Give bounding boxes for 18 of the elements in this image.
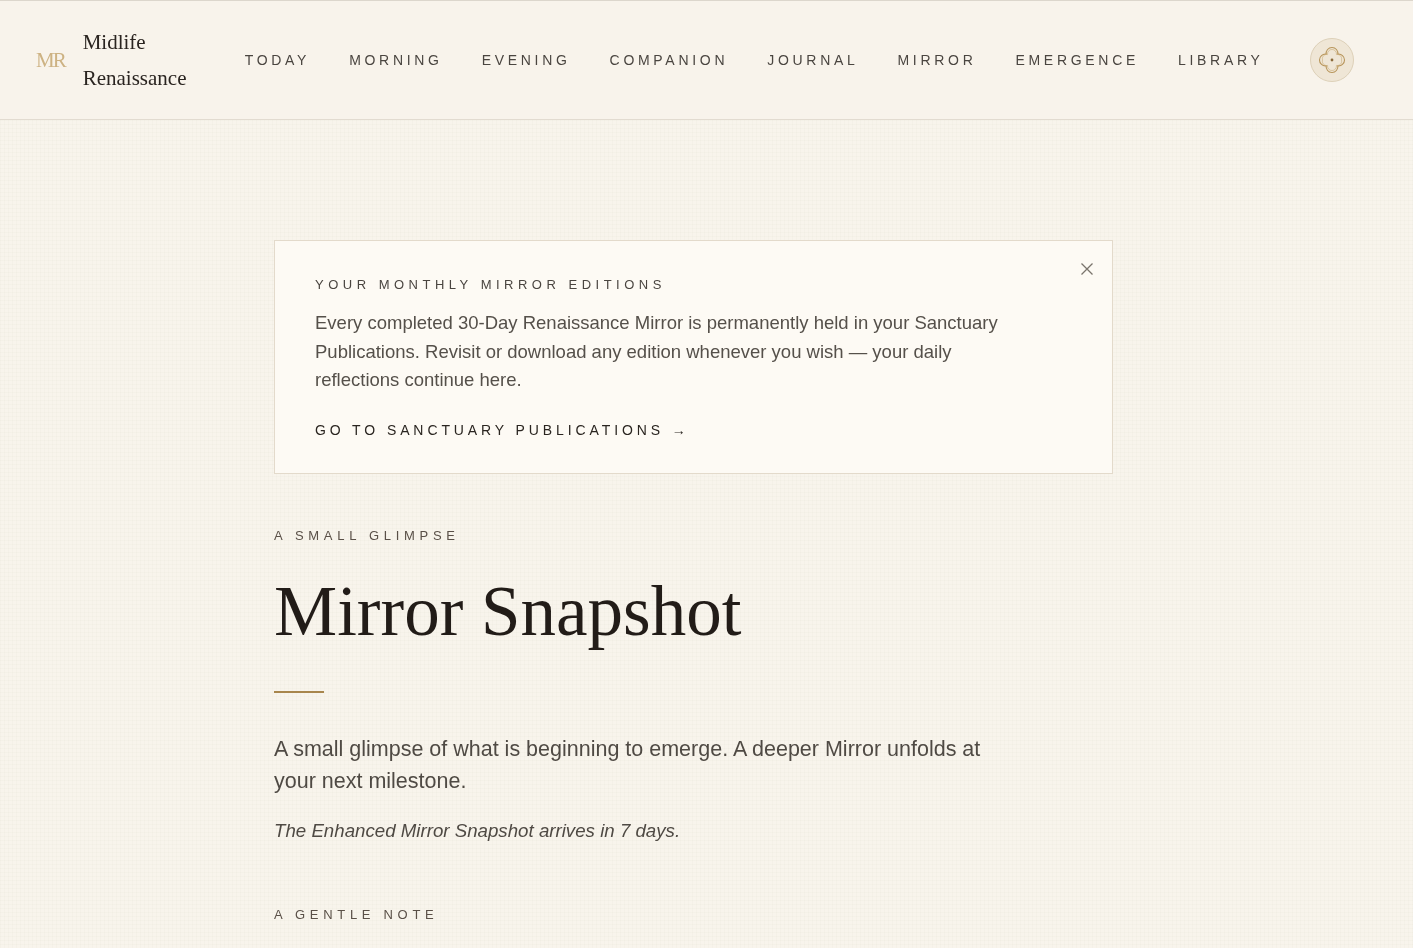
arrival-note: The Enhanced Mirror Snapshot arrives in 7 days.	[274, 818, 681, 843]
nav-link[interactable]: MORNING	[349, 52, 443, 68]
brand-name[interactable]: Midlife Renaissance	[82, 24, 201, 96]
nav-link[interactable]: COMPANION	[609, 52, 729, 68]
notice-text: Every completed 30-Day Renaissance Mirror is permanently held in your Sanctuary Publications. Revisit or download any edition whenever you wish — your daily reflections continue here.	[315, 311, 999, 392]
notice-heading: YOUR MONTHLY MIRROR EDITIONS	[315, 276, 666, 294]
nav-link[interactable]: JOURNAL	[767, 52, 859, 68]
section-eyebrow: A SMALL GLIMPSE	[274, 526, 460, 545]
section-eyebrow: A GENTLE NOTE	[274, 905, 439, 924]
nav-link[interactable]: TODAY	[244, 52, 311, 68]
nav-link[interactable]: MIRROR	[897, 52, 977, 68]
intro-text: A small glimpse of what is beginning to emerge. A deeper Mirror unfolds at your next milestone.	[274, 735, 982, 795]
publications-link[interactable]: GO TO SANCTUARY PUBLICATIONS →	[315, 420, 690, 439]
close-icon[interactable]	[1081, 263, 1093, 275]
nav-link[interactable]: EMERGENCE	[1015, 52, 1139, 68]
page-title: Mirror Snapshot	[274, 573, 742, 649]
nav-link[interactable]: EVENING	[481, 52, 571, 68]
nav-link[interactable]: LIBRARY	[1178, 52, 1264, 68]
